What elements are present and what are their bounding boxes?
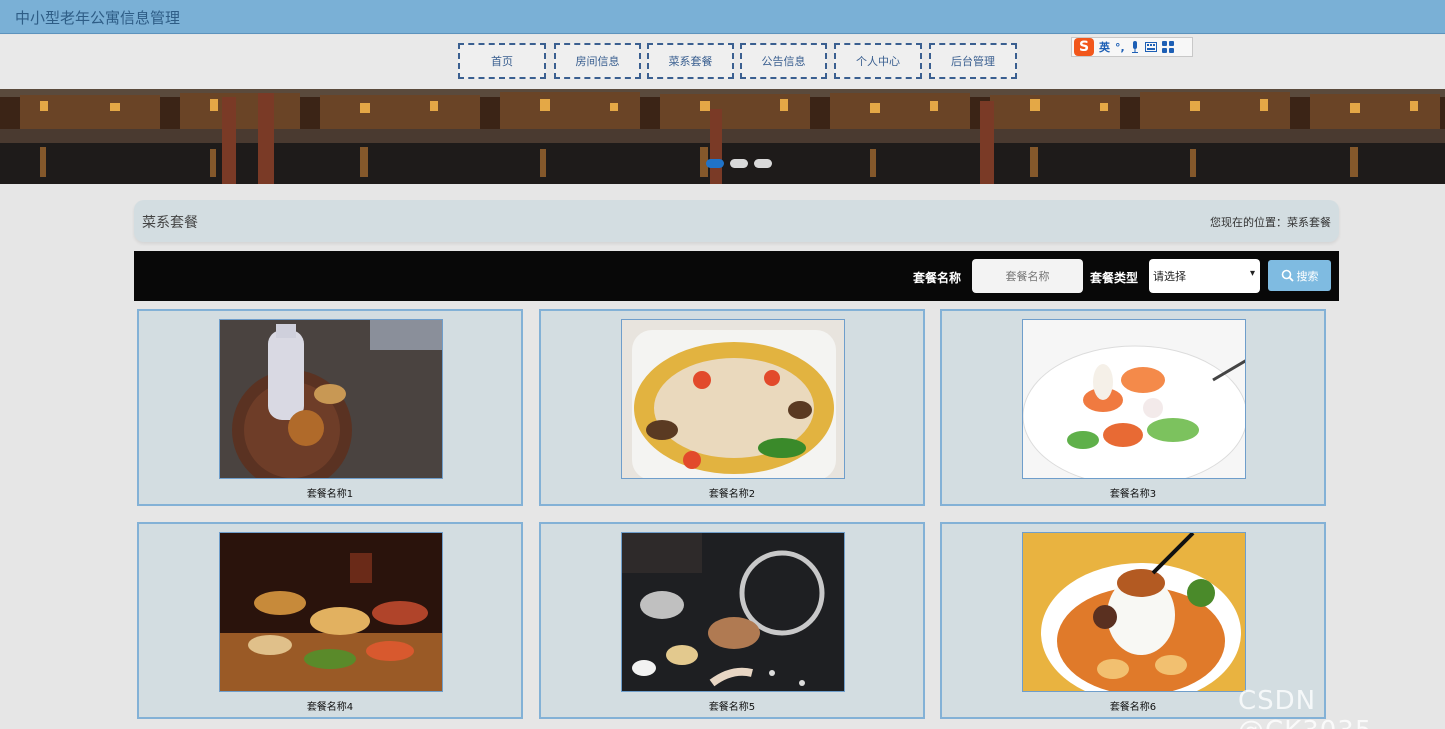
carousel-dot-1[interactable]	[706, 159, 724, 168]
meal-image[interactable]	[219, 532, 443, 692]
search-bar: 套餐名称 套餐类型 请选择 ▾ 搜索	[134, 251, 1339, 301]
search-button-label: 搜索	[1296, 269, 1319, 283]
watermark: CSDN @CK3035	[1238, 686, 1371, 729]
nav-meals[interactable]: 菜系套餐	[647, 43, 734, 79]
meal-card[interactable]: 套餐名称4	[137, 522, 523, 719]
sogou-logo-icon: S	[1074, 38, 1094, 56]
nav-profile[interactable]: 个人中心	[834, 43, 922, 79]
meal-name[interactable]: 套餐名称3	[942, 485, 1324, 500]
meal-type-label: 套餐类型	[1090, 271, 1139, 285]
section-header: 菜系套餐 您现在的位置：菜系套餐	[134, 200, 1339, 242]
meal-name[interactable]: 套餐名称5	[541, 698, 923, 713]
breadcrumb-label: 您现在的位置：	[1210, 216, 1287, 229]
search-icon	[1281, 269, 1294, 282]
meal-card[interactable]: 套餐名称3	[940, 309, 1326, 506]
meal-type-select[interactable]: 请选择 ▾	[1149, 259, 1260, 293]
nav-admin[interactable]: 后台管理	[929, 43, 1017, 79]
breadcrumb: 您现在的位置：菜系套餐	[1210, 214, 1331, 230]
meal-card[interactable]: 套餐名称1	[137, 309, 523, 506]
meal-name[interactable]: 套餐名称1	[139, 485, 521, 500]
ime-mode-label[interactable]: 英	[1099, 39, 1110, 55]
banner-image	[0, 89, 1445, 184]
meal-image[interactable]	[621, 532, 845, 692]
meal-image[interactable]	[219, 319, 443, 479]
chevron-down-icon: ▾	[1249, 268, 1255, 279]
search-button[interactable]: 搜索	[1268, 260, 1331, 291]
app-header: 中小型老年公寓信息管理	[0, 0, 1445, 34]
meal-name-input[interactable]	[972, 259, 1083, 293]
meal-name[interactable]: 套餐名称4	[139, 698, 521, 713]
nav-notices[interactable]: 公告信息	[740, 43, 827, 79]
meal-name[interactable]: 套餐名称2	[541, 485, 923, 500]
meal-image[interactable]	[621, 319, 845, 479]
ime-toolbar[interactable]: S 英 °,	[1071, 37, 1193, 57]
banner-carousel[interactable]	[0, 89, 1445, 184]
meal-name-label: 套餐名称	[913, 271, 962, 285]
toolbox-grid-icon[interactable]	[1161, 41, 1174, 53]
meal-type-selected: 请选择	[1153, 270, 1186, 283]
carousel-dot-3[interactable]	[754, 159, 772, 168]
keyboard-icon[interactable]	[1144, 42, 1157, 52]
punctuation-icon[interactable]: °,	[1115, 41, 1125, 54]
meal-card[interactable]: 套餐名称2	[539, 309, 925, 506]
breadcrumb-current[interactable]: 菜系套餐	[1287, 216, 1331, 229]
carousel-dots	[706, 159, 772, 168]
meal-image[interactable]	[1022, 319, 1246, 479]
meal-card[interactable]: 套餐名称5	[539, 522, 925, 719]
app-title: 中小型老年公寓信息管理	[15, 9, 181, 27]
main-nav: 首页 房间信息 菜系套餐 公告信息 个人中心 后台管理 S 英 °,	[0, 35, 1445, 89]
nav-rooms[interactable]: 房间信息	[554, 43, 641, 79]
carousel-dot-2[interactable]	[730, 159, 748, 168]
meal-image[interactable]	[1022, 532, 1246, 692]
microphone-icon[interactable]	[1130, 41, 1140, 53]
section-title: 菜系套餐	[142, 215, 198, 231]
nav-home[interactable]: 首页	[458, 43, 546, 79]
